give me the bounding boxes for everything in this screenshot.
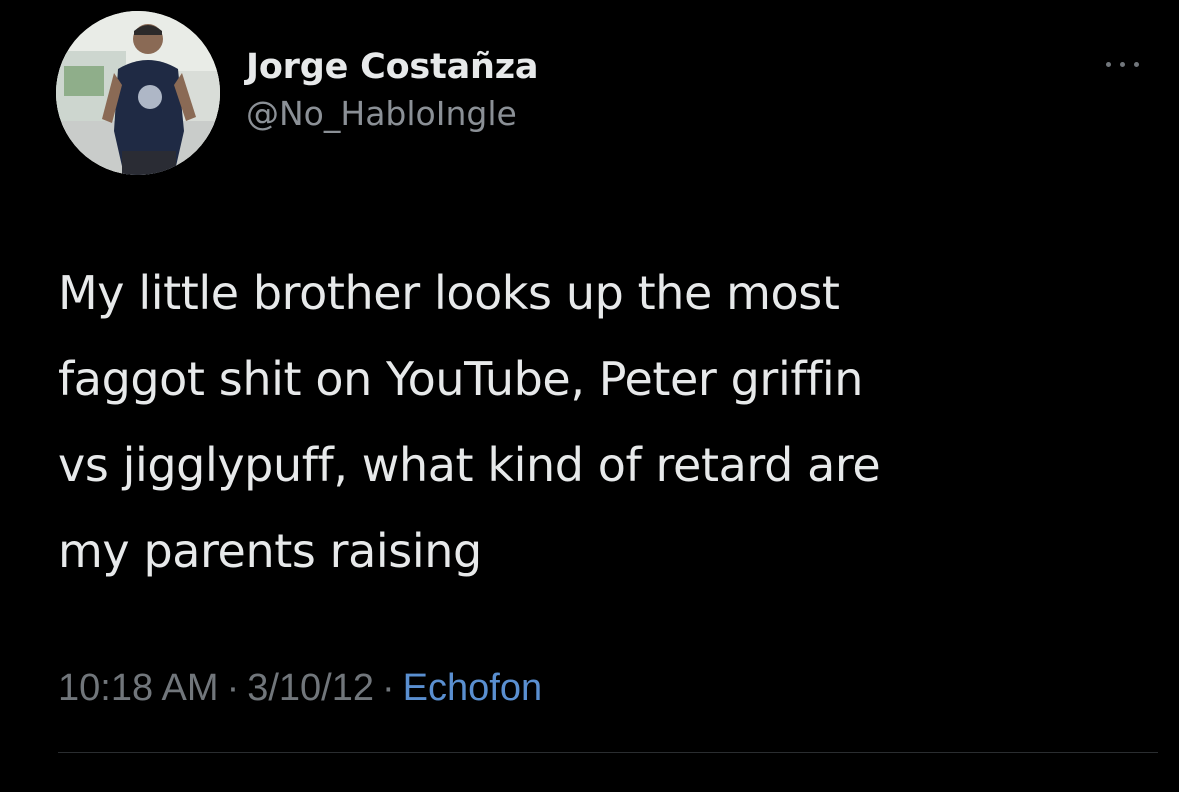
more-options-icon[interactable] <box>1100 52 1148 76</box>
author-block: Jorge Costañza @No_HabloIngle <box>246 44 539 136</box>
meta-separator: · <box>226 667 240 709</box>
avatar[interactable] <box>56 11 220 175</box>
more-dot <box>1134 62 1139 67</box>
meta-separator: · <box>382 667 395 709</box>
more-dot <box>1120 62 1125 67</box>
tweet-time[interactable]: 10:18 AM <box>58 667 219 709</box>
tweet-date[interactable]: 3/10/12 <box>247 667 374 709</box>
tweet-text: My little brother looks up the most fagg… <box>58 266 881 578</box>
profile-photo-icon <box>56 11 220 175</box>
tweet-card: Jorge Costañza @No_HabloIngle My little … <box>0 0 1179 792</box>
divider <box>58 752 1158 753</box>
more-dot <box>1106 62 1111 67</box>
tweet-client-link[interactable]: Echofon <box>403 667 542 709</box>
tweet-meta: 10:18 AM · 3/10/12 · Echofon <box>58 664 542 712</box>
author-display-name[interactable]: Jorge Costañza <box>246 44 539 90</box>
author-handle[interactable]: @No_HabloIngle <box>246 92 538 136</box>
